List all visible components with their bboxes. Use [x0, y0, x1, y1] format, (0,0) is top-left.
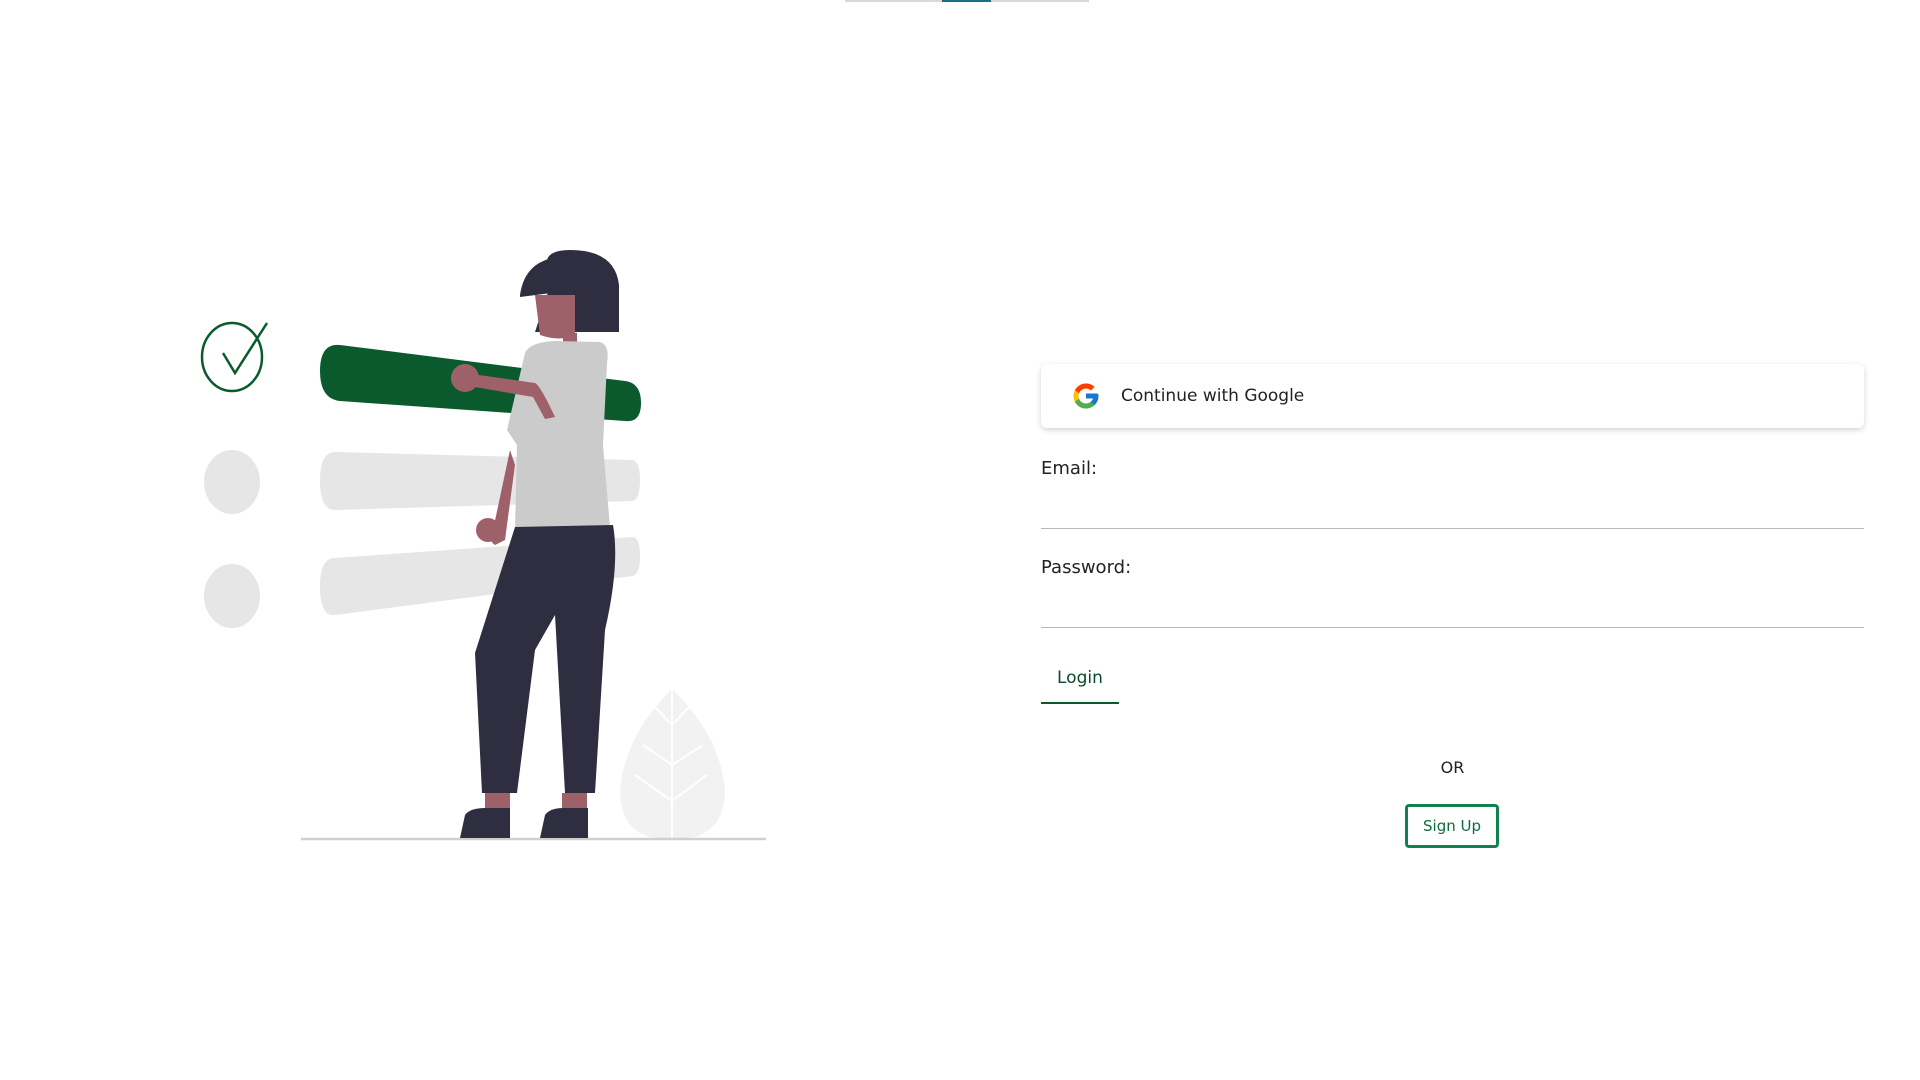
- password-label: Password:: [1041, 557, 1132, 578]
- login-button[interactable]: Login: [1041, 660, 1119, 704]
- google-signin-button[interactable]: Continue with Google: [1041, 364, 1864, 428]
- email-field-group: Email:: [1041, 458, 1864, 529]
- email-label: Email:: [1041, 458, 1098, 479]
- checklist-illustration: [195, 245, 775, 845]
- check-circle-icon: [200, 321, 269, 393]
- signup-button[interactable]: Sign Up: [1405, 804, 1499, 848]
- active-tab-indicator: [942, 0, 991, 2]
- email-field[interactable]: [1041, 485, 1864, 529]
- password-field[interactable]: [1041, 584, 1864, 628]
- password-field-group: Password:: [1041, 557, 1864, 628]
- list-bullet: [204, 564, 260, 628]
- login-page: Continue with Google Email: Password: Lo…: [0, 0, 1920, 1080]
- login-form: Continue with Google Email: Password: Lo…: [1041, 364, 1864, 848]
- or-divider: OR: [1440, 758, 1465, 777]
- google-signin-label: Continue with Google: [1121, 386, 1305, 406]
- google-icon: [1071, 381, 1101, 411]
- signup-label: Sign Up: [1423, 817, 1481, 835]
- top-tab-indicator: [845, 0, 1089, 2]
- woman-figure: [451, 250, 619, 838]
- list-bullet: [204, 450, 260, 514]
- leaf-plant-icon: [620, 689, 725, 840]
